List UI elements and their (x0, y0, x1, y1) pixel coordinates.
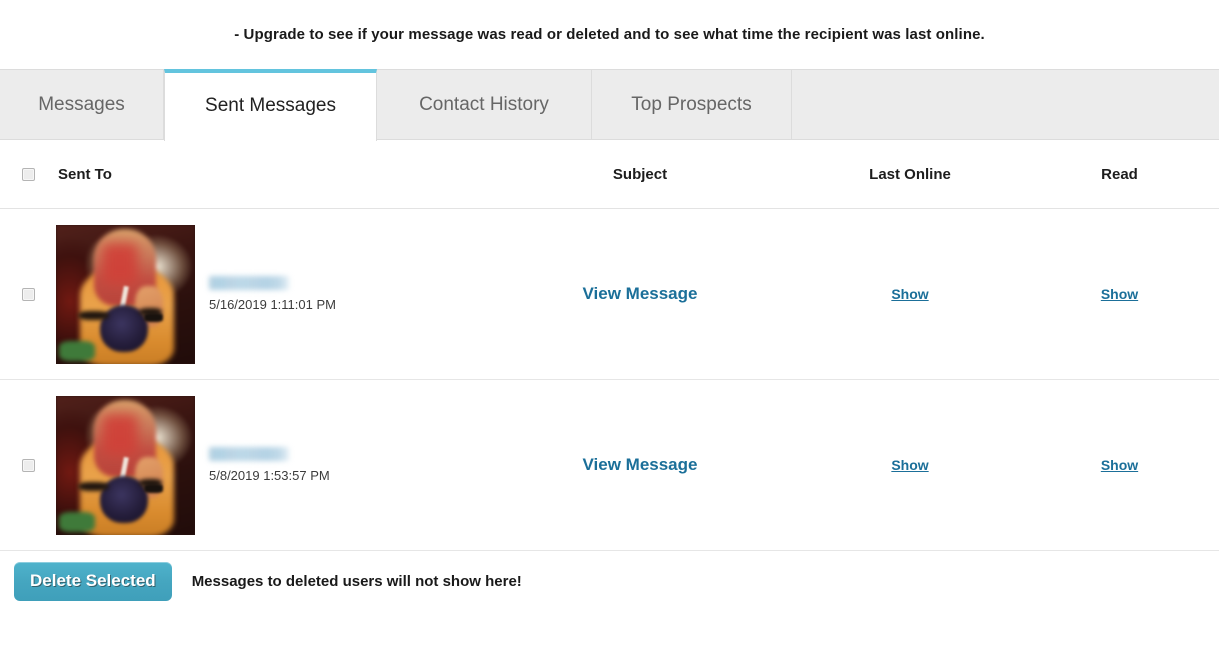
row-subject-cell: View Message (480, 455, 800, 475)
table-header-row: Sent To Subject Last Online Read (0, 140, 1219, 209)
tab-contact-history[interactable]: Contact History (377, 70, 592, 139)
header-checkbox-cell (0, 168, 55, 181)
row-read-cell: Show (1020, 457, 1219, 473)
column-header-last-online: Last Online (869, 166, 951, 183)
upgrade-notice-bar: - Upgrade to see if your message was rea… (0, 0, 1219, 69)
table-row: 5/16/2019 1:11:01 PM View Message Show S… (0, 209, 1219, 380)
footer-note: Messages to deleted users will not show … (192, 573, 522, 590)
column-header-subject: Subject (613, 166, 667, 183)
header-last-online-cell: Last Online (800, 166, 1020, 183)
tab-bar-filler (792, 70, 1219, 139)
delete-selected-button[interactable]: Delete Selected (14, 562, 172, 601)
row-select-checkbox[interactable] (22, 288, 35, 301)
row-subject-cell: View Message (480, 284, 800, 304)
tab-messages[interactable]: Messages (0, 70, 164, 139)
recipient-info: 5/8/2019 1:53:57 PM (209, 447, 330, 483)
header-read-cell: Read (1020, 166, 1219, 183)
message-timestamp: 5/16/2019 1:11:01 PM (209, 297, 336, 312)
tab-sent-messages[interactable]: Sent Messages (164, 69, 377, 141)
select-all-checkbox[interactable] (22, 168, 35, 181)
view-message-link[interactable]: View Message (583, 284, 698, 304)
column-header-read: Read (1101, 166, 1138, 183)
row-read-cell: Show (1020, 286, 1219, 302)
show-last-online-link[interactable]: Show (891, 286, 928, 302)
message-timestamp: 5/8/2019 1:53:57 PM (209, 468, 330, 483)
table-row: 5/8/2019 1:53:57 PM View Message Show Sh… (0, 380, 1219, 551)
tab-contact-history-label: Contact History (419, 94, 549, 116)
show-read-link[interactable]: Show (1101, 286, 1138, 302)
tab-bar: Messages Sent Messages Contact History T… (0, 69, 1219, 140)
table-footer: Delete Selected Messages to deleted user… (0, 551, 1219, 611)
avatar[interactable] (56, 396, 195, 535)
upgrade-notice-text: - Upgrade to see if your message was rea… (234, 26, 985, 43)
column-header-sent-to: Sent To (55, 166, 112, 183)
recipient-username-redacted[interactable] (209, 447, 289, 461)
show-read-link[interactable]: Show (1101, 457, 1138, 473)
avatar[interactable] (56, 225, 195, 364)
row-select-checkbox[interactable] (22, 459, 35, 472)
row-sent-to-cell: 5/8/2019 1:53:57 PM (55, 396, 480, 535)
tab-top-prospects[interactable]: Top Prospects (592, 70, 792, 139)
sent-messages-table: Sent To Subject Last Online Read 5/16/20… (0, 140, 1219, 551)
row-checkbox-cell (0, 459, 55, 472)
view-message-link[interactable]: View Message (583, 455, 698, 475)
tab-messages-label: Messages (38, 94, 125, 116)
recipient-info: 5/16/2019 1:11:01 PM (209, 276, 336, 312)
header-sent-to-cell: Sent To (55, 166, 480, 183)
row-sent-to-cell: 5/16/2019 1:11:01 PM (55, 225, 480, 364)
row-last-online-cell: Show (800, 457, 1020, 473)
recipient-username-redacted[interactable] (209, 276, 289, 290)
tab-sent-messages-label: Sent Messages (205, 95, 336, 117)
row-last-online-cell: Show (800, 286, 1020, 302)
header-subject-cell: Subject (480, 166, 800, 183)
row-checkbox-cell (0, 288, 55, 301)
show-last-online-link[interactable]: Show (891, 457, 928, 473)
tab-top-prospects-label: Top Prospects (631, 94, 751, 116)
